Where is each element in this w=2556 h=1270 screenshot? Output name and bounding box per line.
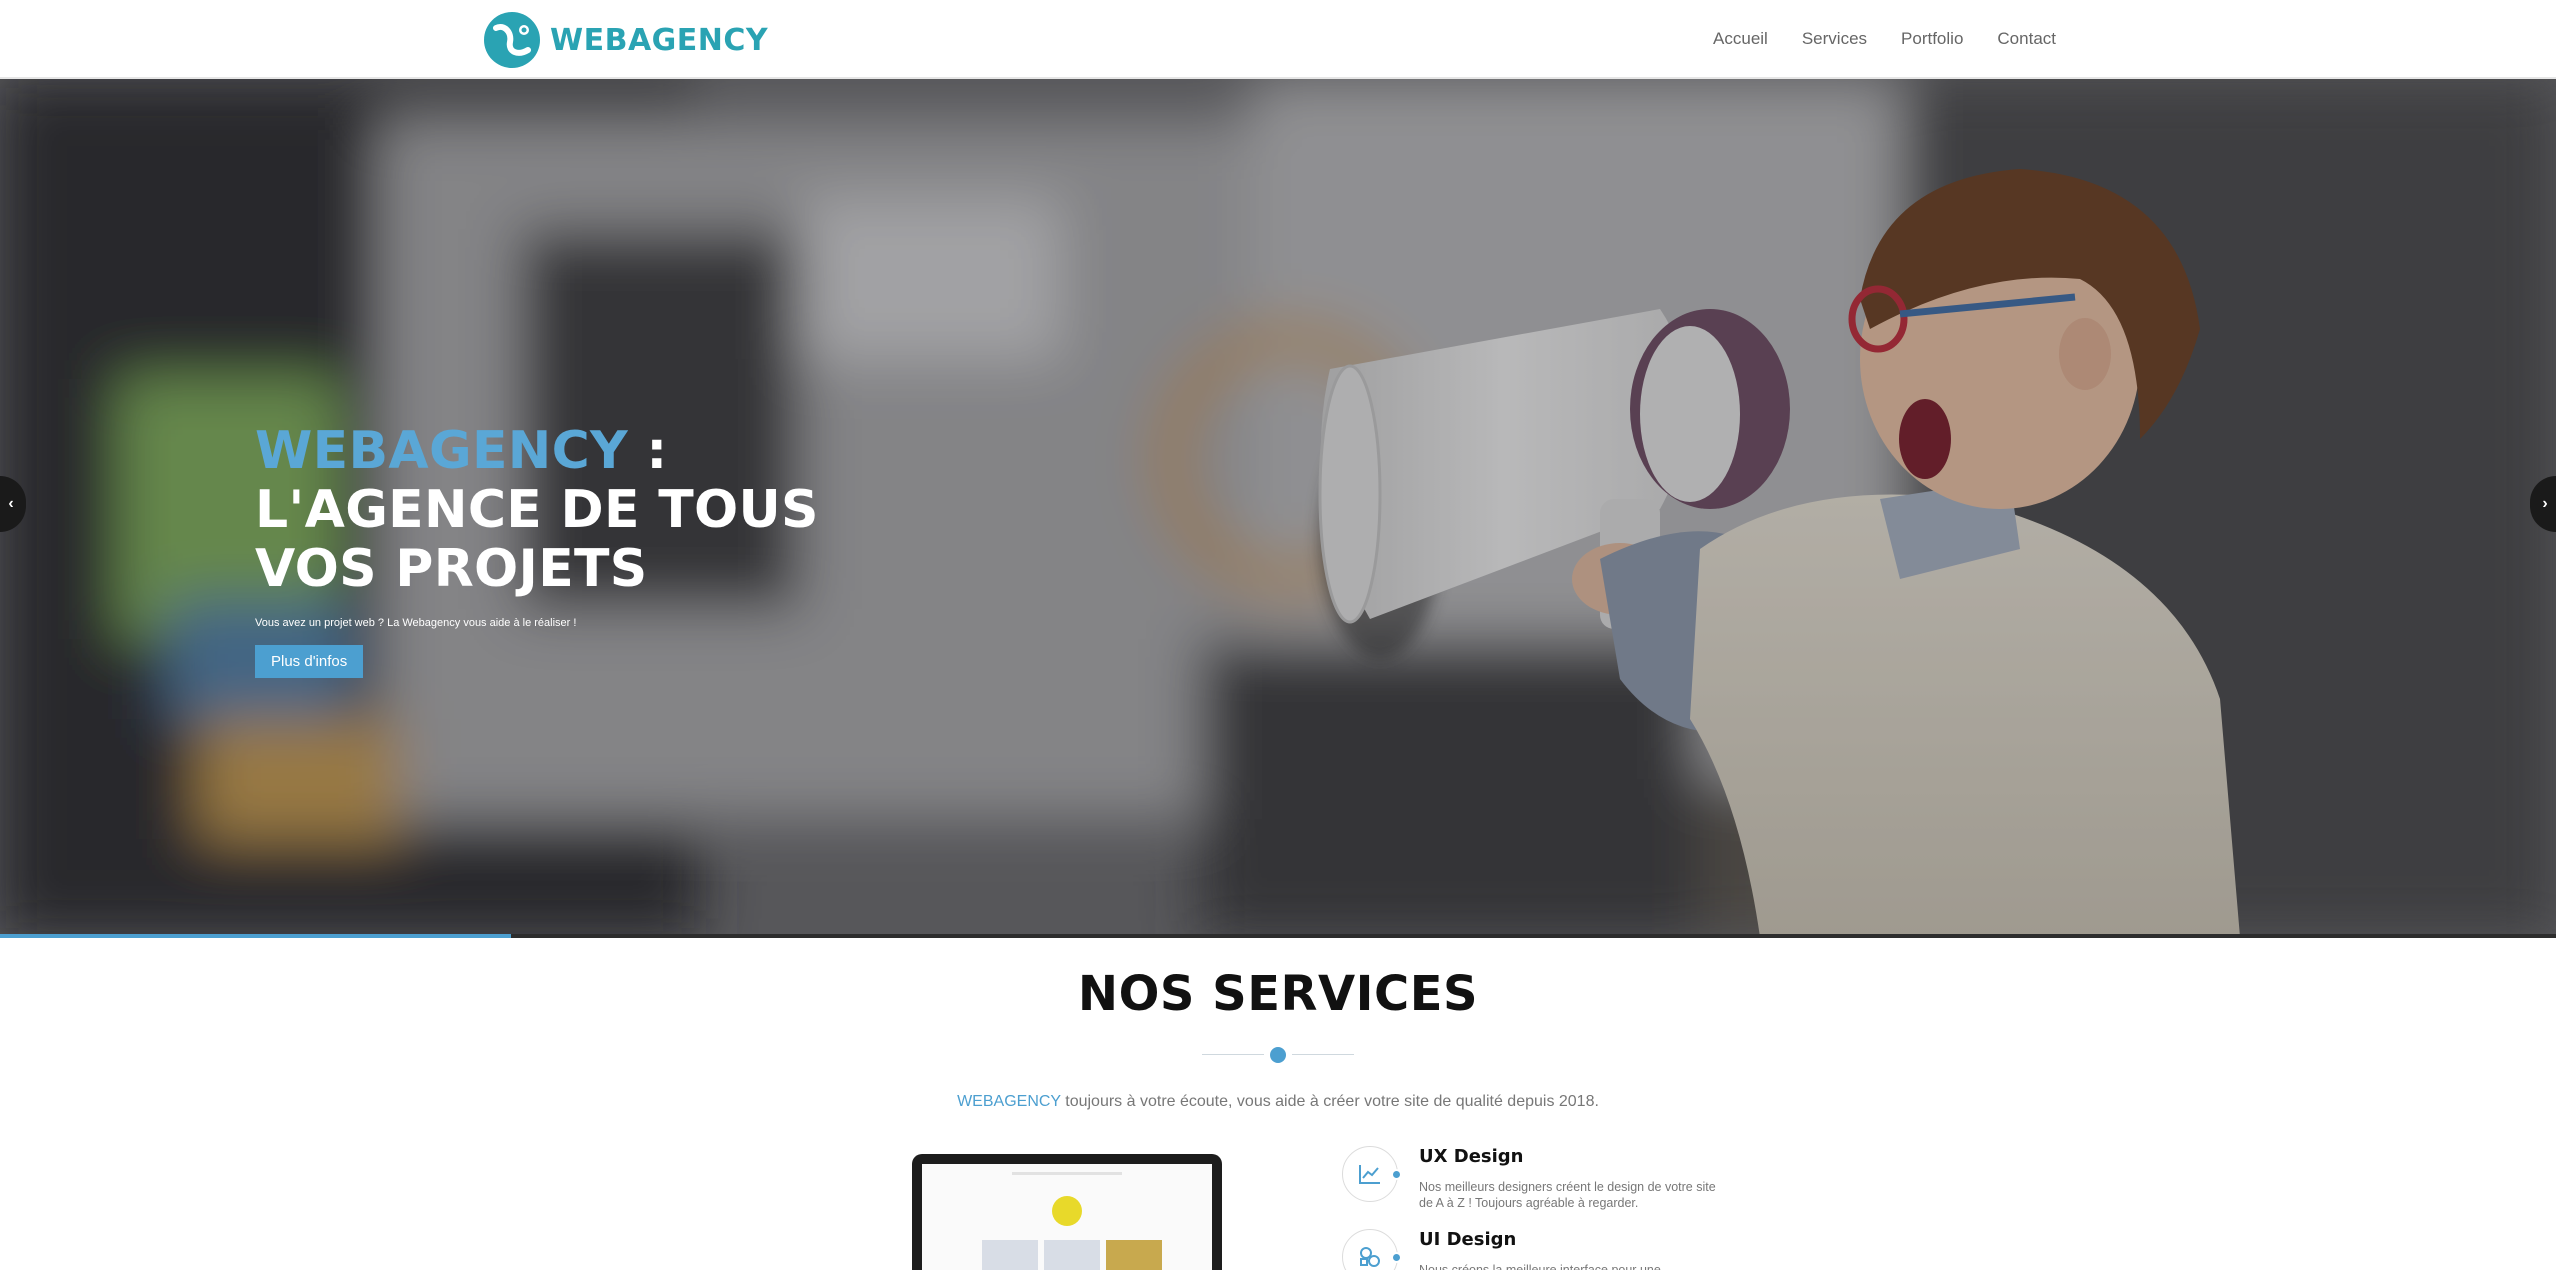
mockup-thumb — [982, 1240, 1038, 1270]
divider-line-right — [1292, 1054, 1354, 1055]
mockup-nav — [1012, 1172, 1122, 1175]
nav-contact[interactable]: Contact — [1997, 26, 2056, 52]
hero-slider: WEBAGENCY : L'AGENCE DE TOUS VOS PROJETS… — [0, 79, 2556, 937]
service-dot — [1391, 1252, 1402, 1263]
services-intro-brand: WEBAGENCY — [957, 1093, 1061, 1110]
hero-subtitle: Vous avez un projet web ? La Webagency v… — [255, 617, 577, 629]
more-info-button[interactable]: Plus d'infos — [255, 645, 364, 678]
main-nav: Accueil Services Portfolio Contact — [1679, 26, 2056, 52]
service-icon-circle — [1342, 1229, 1398, 1270]
hero-title-brand: WEBAGENCY — [255, 421, 628, 481]
service-ux-design: UX Design Nos meilleurs designers créent… — [1342, 1146, 1742, 1216]
mockup-logo — [1052, 1196, 1082, 1226]
slider-progress-fill — [0, 934, 512, 938]
site-header: WEBAGENCY Accueil Services Portfolio Con… — [0, 0, 2556, 79]
nav-services[interactable]: Services — [1802, 26, 1867, 52]
service-description: Nos meilleurs designers créent le design… — [1419, 1180, 1716, 1210]
hero-title: WEBAGENCY : L'AGENCE DE TOUS VOS PROJETS — [255, 422, 895, 599]
divider-dot — [1270, 1047, 1286, 1063]
slider-progress-bar — [0, 934, 2556, 938]
mockup-thumb — [1106, 1240, 1162, 1270]
service-description: Nous créons la meilleure interface pour … — [1419, 1263, 1661, 1270]
logo-text: WEBAGENCY — [550, 22, 769, 58]
service-icon-circle — [1342, 1146, 1398, 1202]
logo[interactable]: WEBAGENCY — [482, 10, 768, 70]
logo-mark-icon — [484, 12, 540, 68]
chart-line-icon — [1359, 1165, 1380, 1184]
shapes-icon — [1360, 1247, 1380, 1267]
laptop-screen — [922, 1164, 1212, 1270]
chevron-left-icon: ‹ — [8, 495, 14, 512]
services-title: NOS SERVICES — [1077, 966, 1479, 1022]
nav-portfolio[interactable]: Portfolio — [1901, 26, 1963, 52]
laptop-mockup-image — [912, 1154, 1222, 1270]
chevron-right-icon: › — [2542, 495, 2548, 512]
hero-content: WEBAGENCY : L'AGENCE DE TOUS VOS PROJETS… — [255, 422, 895, 678]
service-title: UI Design — [1419, 1229, 1517, 1250]
service-ui-design: UI Design Nous créons la meilleure inter… — [1342, 1229, 1742, 1270]
services-intro-text: toujours à votre écoute, vous aide à cré… — [1060, 1093, 1599, 1110]
service-dot — [1391, 1169, 1402, 1180]
service-title: UX Design — [1419, 1146, 1524, 1167]
nav-accueil[interactable]: Accueil — [1713, 26, 1768, 52]
section-divider — [1202, 1047, 1354, 1063]
services-intro: WEBAGENCY toujours à votre écoute, vous … — [0, 1093, 2556, 1111]
divider-line-left — [1202, 1054, 1264, 1055]
mockup-thumb — [1044, 1240, 1100, 1270]
